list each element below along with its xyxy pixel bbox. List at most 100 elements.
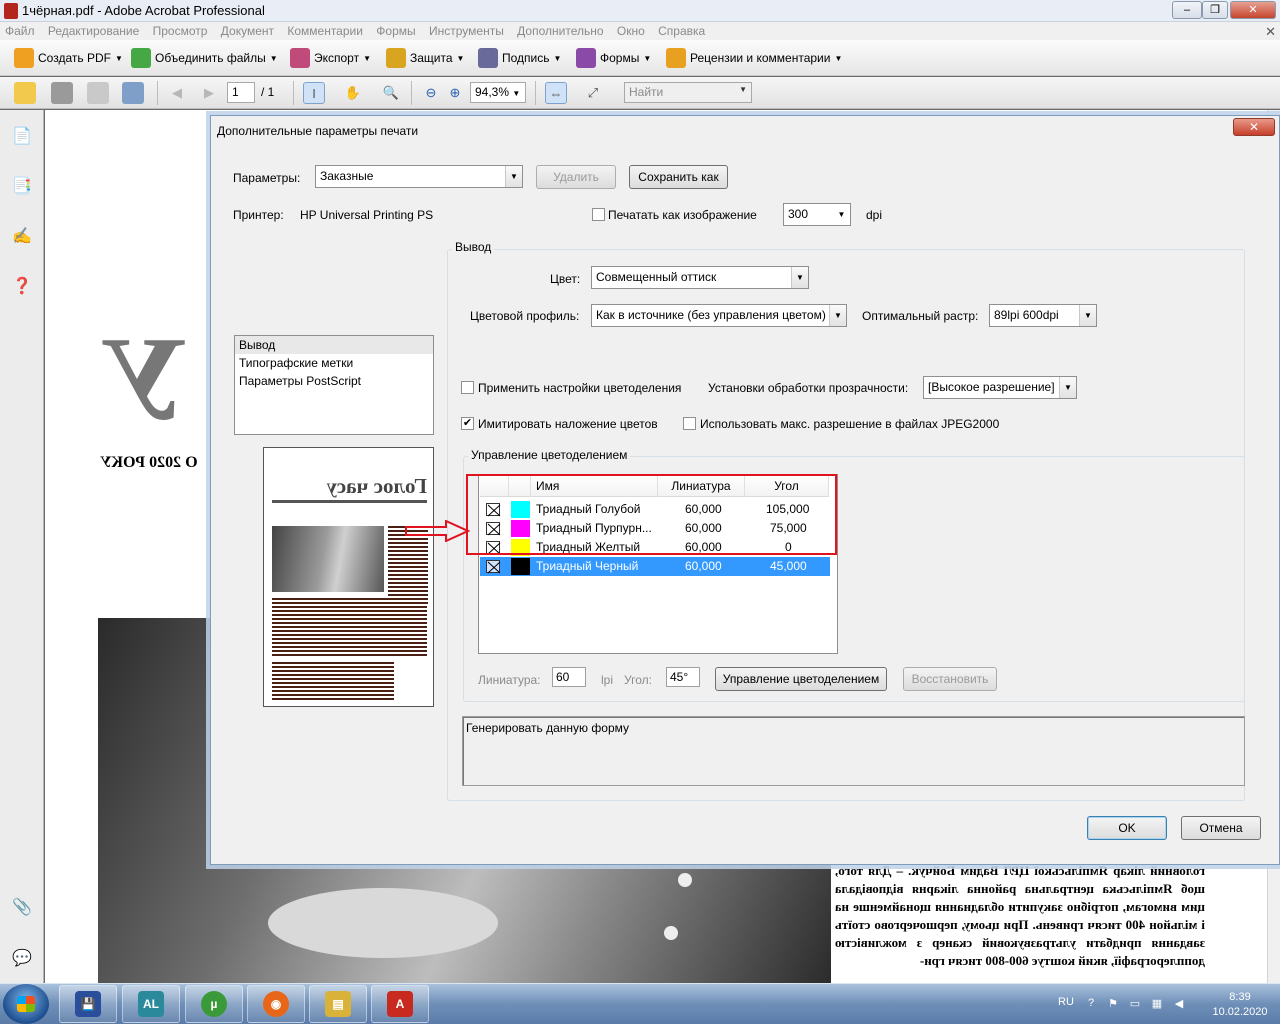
flag-icon[interactable]: ⚑ [1106, 997, 1120, 1011]
zoom-tool-icon[interactable]: 🔍 [380, 82, 402, 104]
attachments-icon[interactable]: 📎 [10, 895, 34, 919]
menu-forms[interactable]: Формы [371, 22, 420, 40]
language-indicator[interactable]: RU [1058, 996, 1074, 1008]
window-title: 1чёрная.pdf - Adobe Acrobat Professional [22, 3, 265, 18]
pages-icon[interactable]: 📄 [10, 124, 34, 148]
transparency-select[interactable]: [Высокое разрешение] ▼ [923, 376, 1077, 399]
menu-help[interactable]: Справка [653, 22, 710, 40]
taskbar-app[interactable]: µ [185, 985, 243, 1023]
page-number-input[interactable]: 1 [227, 82, 255, 103]
dropdown-arrow-icon: ▼ [829, 305, 846, 326]
restore-button[interactable]: Восстановить [903, 667, 997, 691]
lpi-input[interactable]: 60 [552, 667, 586, 687]
dropdown-arrow-icon: ▼ [269, 53, 278, 63]
help-icon[interactable]: ? [1084, 997, 1098, 1011]
close-button[interactable]: ✕ [1230, 1, 1276, 19]
forms-button[interactable]: Формы ▼ [576, 47, 651, 69]
volume-icon[interactable]: ◀ [1172, 997, 1186, 1011]
x-mark-icon [487, 561, 501, 574]
angle-input[interactable]: 45° [666, 667, 700, 687]
save-as-button[interactable]: Сохранить как [629, 165, 728, 189]
manage-separations-button[interactable]: Управление цветоделением [715, 667, 887, 691]
separation-row-selected[interactable]: Триадный Черный 60,000 45,000 [480, 557, 830, 576]
taskbar-app[interactable]: 💾 [59, 985, 117, 1023]
nav-item-output[interactable]: Вывод [235, 336, 433, 354]
security-button[interactable]: Защита ▼ [386, 47, 464, 69]
network-icon[interactable]: ▦ [1150, 997, 1164, 1011]
taskbar-app[interactable]: AL [122, 985, 180, 1023]
color-select[interactable]: Совмещенный оттиск ▼ [591, 266, 809, 289]
fit-width-icon[interactable]: ⇔ [545, 82, 567, 104]
floppy-icon: 💾 [75, 991, 101, 1017]
menu-edit[interactable]: Редактирование [43, 22, 144, 40]
color-profile-select[interactable]: Как в источнике (без управления цветом) ▼ [591, 304, 847, 327]
photo-button [664, 926, 678, 940]
zoom-level-select[interactable]: 94,3% ▼ [470, 82, 526, 103]
taskbar-app[interactable]: ▤ [309, 985, 367, 1023]
start-button[interactable] [3, 984, 49, 1024]
email-icon[interactable] [122, 82, 144, 104]
al-app-icon: AL [138, 991, 164, 1017]
cancel-button[interactable]: Отмена [1181, 816, 1261, 840]
next-page-icon[interactable]: ▶ [198, 82, 220, 104]
sign-button[interactable]: Подпись ▼ [478, 47, 561, 69]
print-plate-checkbox[interactable] [486, 560, 501, 574]
screen-select[interactable]: 89lpi 600dpi ▼ [989, 304, 1097, 327]
comments-icon[interactable]: 💬 [10, 946, 34, 970]
menu-comments[interactable]: Комментарии [282, 22, 368, 40]
acrobat-icon: A [387, 991, 413, 1017]
plate-lpi: 60,000 [685, 559, 722, 573]
minimize-button[interactable]: – [1172, 1, 1202, 19]
delete-button[interactable]: Удалить [536, 165, 616, 189]
apply-separation-checkbox[interactable] [461, 381, 474, 394]
preview-text-block [272, 662, 394, 702]
windows-logo-icon [17, 996, 35, 1012]
document-heading-letter: У [100, 312, 189, 445]
open-folder-icon[interactable] [14, 82, 36, 104]
signatures-icon[interactable]: ✍ [10, 224, 34, 248]
dialog-close-button[interactable]: ✕ [1233, 118, 1275, 136]
maximize-button[interactable]: ❐ [1202, 1, 1228, 19]
export-button[interactable]: Экспорт ▼ [290, 47, 371, 69]
fit-page-icon[interactable]: ⤢ [582, 82, 604, 104]
output-group-title: Вывод [452, 240, 495, 254]
plate-angle: 45,000 [770, 559, 807, 573]
dpi-select[interactable]: 300 ▼ [783, 203, 851, 226]
previous-page-icon[interactable]: ◀ [166, 82, 188, 104]
jpeg2000-checkbox[interactable] [683, 417, 696, 430]
taskbar-app[interactable]: A [371, 985, 429, 1023]
print-icon[interactable] [51, 82, 73, 104]
dropdown-arrow-icon: ▼ [1059, 377, 1076, 398]
zoom-in-icon[interactable]: ⊕ [444, 82, 466, 104]
hdd-icon[interactable]: ▭ [1128, 997, 1142, 1011]
annotation-arrow-icon [405, 520, 470, 542]
help-icon[interactable]: ❓ [10, 274, 34, 298]
document-year-line: О 2020 РОКУ [100, 454, 198, 471]
menu-view[interactable]: Просмотр [148, 22, 213, 40]
save-icon[interactable] [87, 82, 109, 104]
ok-button[interactable]: OK [1087, 816, 1167, 840]
document-close-icon[interactable]: ✕ [1265, 24, 1276, 40]
print-as-image-checkbox[interactable] [592, 208, 605, 221]
select-tool-icon[interactable]: I [303, 82, 325, 104]
bookmarks-icon[interactable]: 📑 [10, 174, 34, 198]
review-comment-button[interactable]: Рецензии и комментарии ▼ [666, 47, 842, 69]
menu-tools[interactable]: Инструменты [424, 22, 509, 40]
simulate-overprint-checkbox[interactable]: ✔ [461, 417, 474, 430]
menu-document[interactable]: Документ [216, 22, 279, 40]
params-select[interactable]: Заказные ▼ [315, 165, 523, 188]
find-input[interactable]: Найти ▼ [624, 82, 752, 103]
angle-label: Угол: [624, 673, 652, 687]
clock[interactable]: 8:39 10.02.2020 [1210, 990, 1270, 1020]
zoom-out-icon[interactable]: ⊖ [420, 82, 442, 104]
create-pdf-button[interactable]: Создать PDF ▼ [14, 47, 123, 69]
menu-file[interactable]: Файл [0, 22, 40, 40]
hand-tool-icon[interactable]: ✋ [342, 82, 364, 104]
menu-window[interactable]: Окно [612, 22, 650, 40]
combine-files-button[interactable]: Объединить файлы ▼ [131, 47, 278, 69]
nav-item-marks[interactable]: Типографские метки [235, 354, 433, 372]
nav-item-postscript[interactable]: Параметры PostScript [235, 372, 433, 390]
taskbar-app[interactable]: ◉ [247, 985, 305, 1023]
navigation-toolbar: ◀ ▶ 1 / 1 I ✋ 🔍 ⊖ ⊕ 94,3% ▼ ⇔ ⤢ Найти ▼ [0, 77, 1280, 109]
menu-advanced[interactable]: Дополнительно [512, 22, 608, 40]
